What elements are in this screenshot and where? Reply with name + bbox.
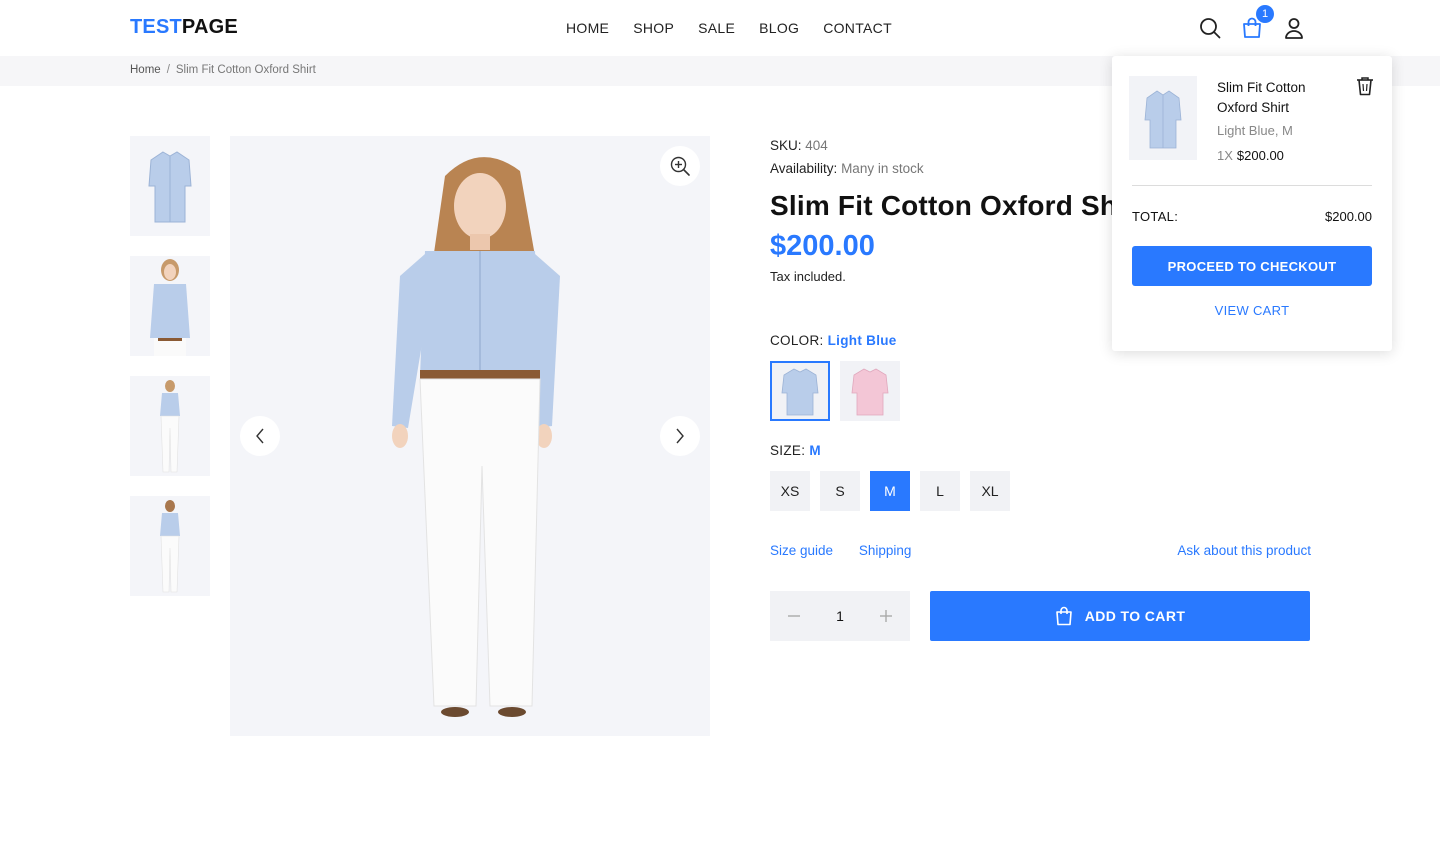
main-nav: HOME SHOP SALE BLOG CONTACT (566, 20, 916, 36)
thumbnail-shirt-front[interactable] (130, 136, 210, 236)
add-to-cart-label: ADD TO CART (1084, 608, 1186, 624)
product-links: Size guide Shipping Ask about this produ… (770, 543, 1311, 558)
header-actions: 1 (1196, 5, 1322, 42)
cart-icon[interactable]: 1 (1238, 5, 1274, 42)
zoom-button[interactable] (660, 146, 700, 186)
zoom-in-icon (670, 156, 690, 176)
mini-cart-popup: Slim Fit Cotton Oxford Shirt Light Blue,… (1112, 56, 1392, 351)
nav-home[interactable]: HOME (566, 20, 609, 36)
color-swatch-light-blue[interactable] (770, 361, 830, 421)
sku-value: 404 (805, 138, 828, 153)
product-title: Slim Fit Cotton Oxford Shirt (770, 190, 1112, 221)
mini-cart-item-name[interactable]: Slim Fit Cotton Oxford Shirt (1217, 78, 1347, 118)
purchase-row: 1 ADD TO CART (770, 591, 1310, 641)
availability-label: Availability: (770, 161, 838, 176)
breadcrumb-separator: / (166, 64, 170, 76)
size-l-button[interactable]: L (920, 471, 960, 511)
mini-cart-item-image[interactable] (1129, 76, 1197, 160)
size-label: SIZE: (770, 443, 806, 458)
add-to-cart-button[interactable]: ADD TO CART (930, 591, 1310, 641)
color-label: COLOR: (770, 333, 824, 348)
mini-cart-item-qty-price: 1X $200.00 (1217, 148, 1284, 163)
thumbnail-model-full-front[interactable] (130, 376, 210, 476)
mini-cart-item-price: $200.00 (1236, 148, 1284, 163)
logo-accent: TEST (130, 16, 182, 38)
breadcrumb-current: Slim Fit Cotton Oxford Shirt (175, 64, 316, 76)
nav-shop[interactable]: SHOP (633, 20, 674, 36)
search-icon[interactable] (1196, 14, 1224, 42)
availability-value: Many in stock (841, 161, 924, 176)
color-selected: Light Blue (827, 333, 897, 348)
shipping-link[interactable]: Shipping (859, 543, 912, 558)
chevron-right-icon (676, 428, 684, 444)
minus-icon (788, 615, 800, 617)
breadcrumb: Home / Slim Fit Cotton Oxford Shirt (130, 64, 316, 76)
nav-contact[interactable]: CONTACT (823, 20, 892, 36)
remove-item-button[interactable] (1355, 76, 1375, 96)
nav-blog[interactable]: BLOG (759, 20, 799, 36)
size-selected: M (809, 443, 821, 458)
nav-sale[interactable]: SALE (698, 20, 735, 36)
color-swatch-pink[interactable] (840, 361, 900, 421)
cart-count-badge: 1 (1256, 5, 1274, 23)
ask-about-product-link[interactable]: Ask about this product (1177, 543, 1311, 558)
color-swatches (770, 361, 910, 421)
thumbnail-model-full-back[interactable] (130, 496, 210, 596)
mini-cart-total-label: TOTAL: (1132, 209, 1179, 224)
proceed-to-checkout-button[interactable]: PROCEED TO CHECKOUT (1132, 246, 1372, 286)
size-option-label: SIZE: M (770, 443, 821, 458)
quantity-value[interactable]: 1 (836, 608, 844, 624)
size-options: XS S M L XL (770, 471, 1020, 511)
size-m-button[interactable]: M (870, 471, 910, 511)
logo[interactable]: TESTPAGE (130, 16, 238, 39)
mini-cart-item-qty: 1X (1217, 148, 1233, 163)
thumbnail-list (130, 136, 210, 616)
quantity-increase-button[interactable] (878, 608, 894, 624)
mini-cart-item-variant: Light Blue, M (1217, 123, 1293, 138)
thumbnail-model-closeup[interactable] (130, 256, 210, 356)
quantity-decrease-button[interactable] (786, 608, 802, 624)
quantity-stepper: 1 (770, 591, 910, 641)
size-guide-link[interactable]: Size guide (770, 543, 833, 558)
next-image-button[interactable] (660, 416, 700, 456)
size-s-button[interactable]: S (820, 471, 860, 511)
main-product-image[interactable] (230, 136, 710, 736)
shopping-bag-icon (1055, 606, 1072, 626)
size-xl-button[interactable]: XL (970, 471, 1010, 511)
previous-image-button[interactable] (240, 416, 280, 456)
logo-rest: PAGE (181, 16, 238, 38)
view-cart-link[interactable]: VIEW CART (1132, 303, 1372, 318)
user-icon[interactable] (1280, 14, 1308, 42)
site-header: TESTPAGE HOME SHOP SALE BLOG CONTACT 1 (0, 0, 1440, 56)
size-xs-button[interactable]: XS (770, 471, 810, 511)
sku-label: SKU: (770, 138, 802, 153)
chevron-left-icon (256, 428, 264, 444)
mini-cart-divider (1132, 185, 1372, 186)
trash-icon (1357, 77, 1373, 96)
color-option-label: COLOR: Light Blue (770, 333, 897, 348)
plus-icon (879, 610, 892, 622)
breadcrumb-home[interactable]: Home (130, 64, 161, 76)
mini-cart-total-value: $200.00 (1325, 209, 1372, 224)
model-illustration (392, 157, 560, 717)
